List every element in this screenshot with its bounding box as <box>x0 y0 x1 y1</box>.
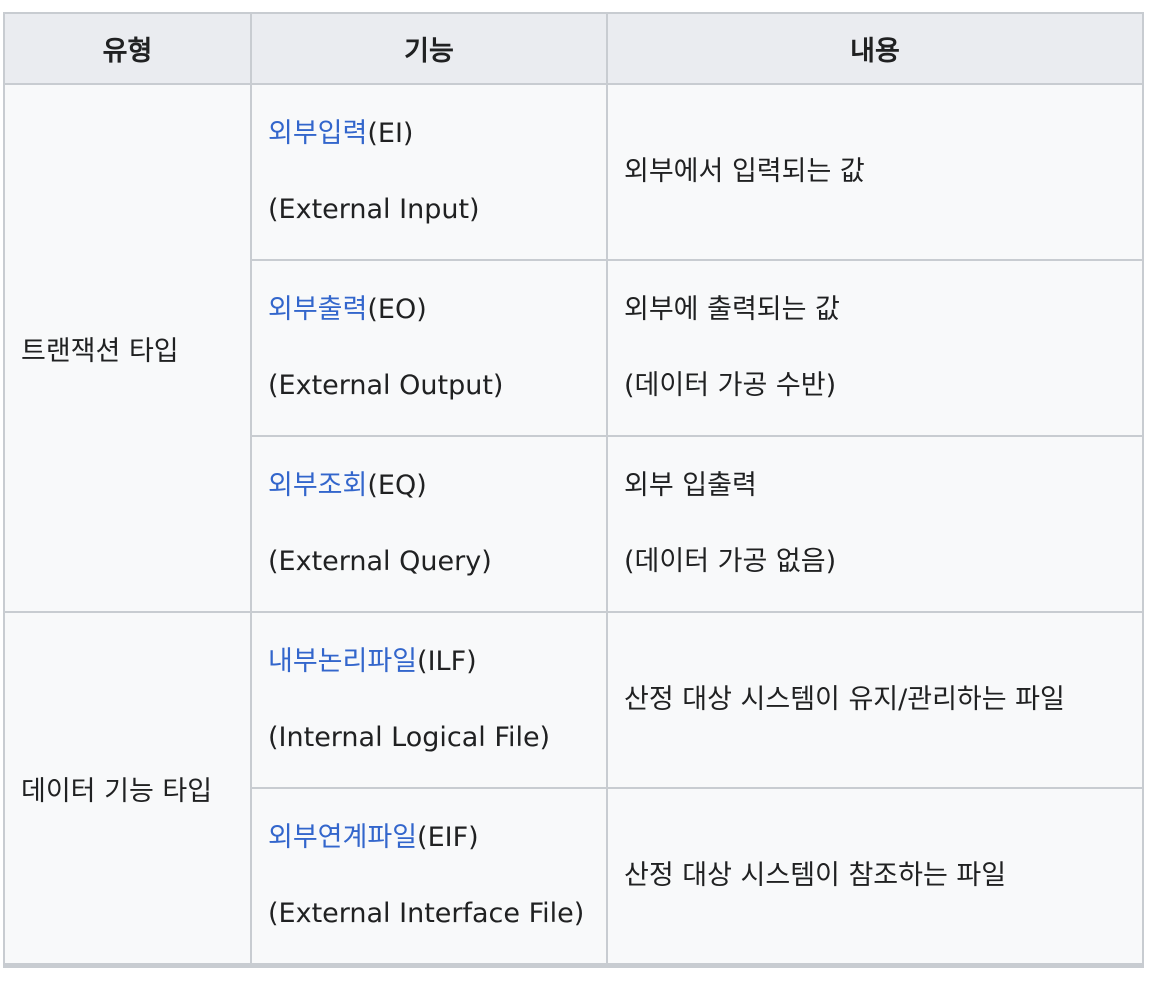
content-cell: 산정 대상 시스템이 참조하는 파일 <box>606 787 1144 967</box>
function-title: 외부조회(EQ) <box>268 467 606 505</box>
header-row: 유형 기능 내용 <box>3 12 1144 85</box>
function-cell: 외부출력(EO) (External Output) <box>250 259 608 437</box>
function-english: (External Output) <box>268 370 504 401</box>
type-cell: 데이터 기능 타입 <box>3 611 252 967</box>
content-line: 외부에 출력되는 값 <box>624 294 840 325</box>
function-abbr: (EO) <box>367 294 427 325</box>
function-english: (External Interface File) <box>268 898 585 929</box>
header-content: 내용 <box>606 12 1144 85</box>
content-cell: 외부에서 입력되는 값 <box>606 83 1144 261</box>
function-point-table: 유형 기능 내용 트랜잭션 타입 외부입력(EI) (External Inpu… <box>3 12 1144 968</box>
content-line: 산정 대상 시스템이 참조하는 파일 <box>624 860 1007 891</box>
content-line: 외부에서 입력되는 값 <box>624 156 865 187</box>
header-type: 유형 <box>3 12 252 85</box>
function-link-ei[interactable]: 외부입력 <box>268 118 367 149</box>
content-line: 외부 입출력 <box>624 470 757 501</box>
type-cell: 트랜잭션 타입 <box>3 83 252 613</box>
table-row: 트랜잭션 타입 외부입력(EI) (External Input) 외부에서 입… <box>3 83 1144 613</box>
function-link-eif[interactable]: 외부연계파일 <box>268 822 417 853</box>
function-title: 내부논리파일(ILF) <box>268 643 606 681</box>
content-cell: 외부에 출력되는 값 (데이터 가공 수반) <box>606 259 1144 437</box>
function-english: (Internal Logical File) <box>268 722 551 753</box>
table-row: 데이터 기능 타입 내부논리파일(ILF) (Internal Logical … <box>3 611 1144 967</box>
function-link-ilf[interactable]: 내부논리파일 <box>268 646 417 677</box>
content-line: (데이터 가공 수반) <box>624 370 837 401</box>
function-point-table-container: 유형 기능 내용 트랜잭션 타입 외부입력(EI) (External Inpu… <box>3 12 1144 968</box>
type-data-function: 데이터 기능 타입 <box>21 775 213 807</box>
function-english: (External Query) <box>268 546 492 577</box>
function-english: (External Input) <box>268 194 480 225</box>
function-link-eo[interactable]: 외부출력 <box>268 294 367 325</box>
content-cell: 산정 대상 시스템이 유지/관리하는 파일 <box>606 611 1144 789</box>
function-title: 외부출력(EO) <box>268 291 606 329</box>
function-cell: 외부연계파일(EIF) (External Interface File) <box>250 787 608 967</box>
function-abbr: (EI) <box>367 118 414 149</box>
content-cell: 외부 입출력 (데이터 가공 없음) <box>606 435 1144 613</box>
function-link-eq[interactable]: 외부조회 <box>268 470 367 501</box>
function-title: 외부입력(EI) <box>268 115 606 153</box>
function-title: 외부연계파일(EIF) <box>268 819 606 857</box>
function-abbr: (EQ) <box>367 470 427 501</box>
function-cell: 외부조회(EQ) (External Query) <box>250 435 608 613</box>
function-cell: 외부입력(EI) (External Input) <box>250 83 608 261</box>
content-line: 산정 대상 시스템이 유지/관리하는 파일 <box>624 684 1065 715</box>
header-function: 기능 <box>250 12 608 85</box>
function-abbr: (ILF) <box>417 646 477 677</box>
function-cell: 내부논리파일(ILF) (Internal Logical File) <box>250 611 608 789</box>
type-transaction: 트랜잭션 타입 <box>21 335 179 367</box>
function-abbr: (EIF) <box>417 822 479 853</box>
content-line: (데이터 가공 없음) <box>624 546 837 577</box>
